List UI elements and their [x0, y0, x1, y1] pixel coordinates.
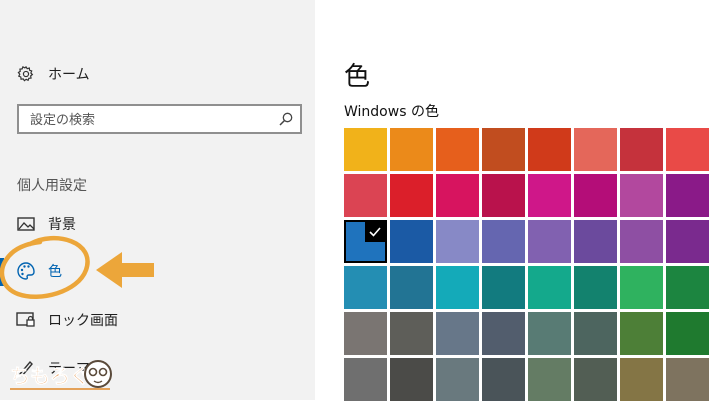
color-swatch[interactable] — [620, 358, 663, 401]
svg-text:ちもろぐ: ちもろぐ — [10, 364, 90, 388]
color-swatch[interactable] — [436, 220, 479, 263]
color-swatch[interactable] — [620, 312, 663, 355]
color-swatch[interactable] — [666, 220, 709, 263]
color-swatch[interactable] — [666, 266, 709, 309]
color-swatch[interactable] — [482, 220, 525, 263]
sidebar-item-lock-screen[interactable]: ロック画面 — [0, 302, 315, 338]
lock-screen-icon — [16, 310, 36, 330]
color-swatch[interactable] — [390, 128, 433, 171]
picture-icon — [16, 214, 36, 234]
color-swatch[interactable] — [482, 358, 525, 401]
page-title: 色 — [344, 62, 371, 92]
color-swatch[interactable] — [666, 358, 709, 401]
color-swatch[interactable] — [574, 312, 617, 355]
color-swatch[interactable] — [344, 174, 387, 217]
search-input[interactable] — [28, 110, 262, 130]
gear-icon — [16, 64, 36, 84]
color-swatch[interactable] — [344, 128, 387, 171]
color-swatch[interactable] — [620, 128, 663, 171]
search-icon[interactable] — [278, 111, 294, 127]
color-swatch[interactable] — [620, 174, 663, 217]
color-swatch[interactable] — [436, 266, 479, 309]
checkmark-icon — [365, 222, 385, 242]
color-swatch[interactable] — [344, 358, 387, 401]
color-swatch[interactable] — [390, 174, 433, 217]
color-swatch[interactable] — [436, 128, 479, 171]
color-swatch[interactable] — [482, 312, 525, 355]
color-swatch[interactable] — [528, 266, 571, 309]
sidebar-item-label: 背景 — [48, 217, 76, 233]
color-swatch[interactable] — [436, 312, 479, 355]
color-swatch[interactable] — [528, 128, 571, 171]
color-swatch[interactable] — [344, 312, 387, 355]
color-swatch[interactable] — [666, 174, 709, 217]
color-swatch[interactable] — [620, 266, 663, 309]
site-logo: ちもろぐ — [10, 360, 112, 390]
color-swatch[interactable] — [666, 128, 709, 171]
color-swatch[interactable] — [528, 220, 571, 263]
section-label: 個人用設定 — [17, 178, 87, 194]
color-swatch[interactable] — [482, 128, 525, 171]
color-swatch[interactable] — [344, 266, 387, 309]
color-swatch[interactable] — [528, 358, 571, 401]
sidebar-item-label: ロック画面 — [48, 313, 118, 329]
color-swatch-grid — [344, 128, 718, 401]
color-swatch[interactable] — [482, 266, 525, 309]
sidebar: ホーム 個人用設定 背景 — [0, 0, 315, 400]
color-swatch[interactable] — [620, 220, 663, 263]
color-swatch[interactable] — [574, 266, 617, 309]
color-swatch[interactable] — [666, 312, 709, 355]
color-swatch[interactable] — [344, 220, 387, 263]
color-swatch[interactable] — [390, 312, 433, 355]
windows-colors-heading: Windows の色 — [344, 104, 439, 120]
color-swatch[interactable] — [574, 128, 617, 171]
arrow-left-icon — [96, 252, 154, 288]
color-swatch[interactable] — [482, 174, 525, 217]
color-swatch[interactable] — [574, 358, 617, 401]
color-swatch[interactable] — [390, 220, 433, 263]
color-swatch[interactable] — [436, 174, 479, 217]
color-swatch[interactable] — [390, 266, 433, 309]
color-swatch[interactable] — [436, 358, 479, 401]
color-swatch[interactable] — [574, 174, 617, 217]
color-swatch[interactable] — [390, 358, 433, 401]
highlight-circle — [0, 235, 90, 299]
sidebar-item-home[interactable]: ホーム — [0, 56, 315, 92]
color-swatch[interactable] — [574, 220, 617, 263]
sidebar-item-label: ホーム — [48, 67, 90, 83]
color-swatch[interactable] — [528, 174, 571, 217]
search-box[interactable] — [17, 104, 302, 134]
color-swatch[interactable] — [528, 312, 571, 355]
